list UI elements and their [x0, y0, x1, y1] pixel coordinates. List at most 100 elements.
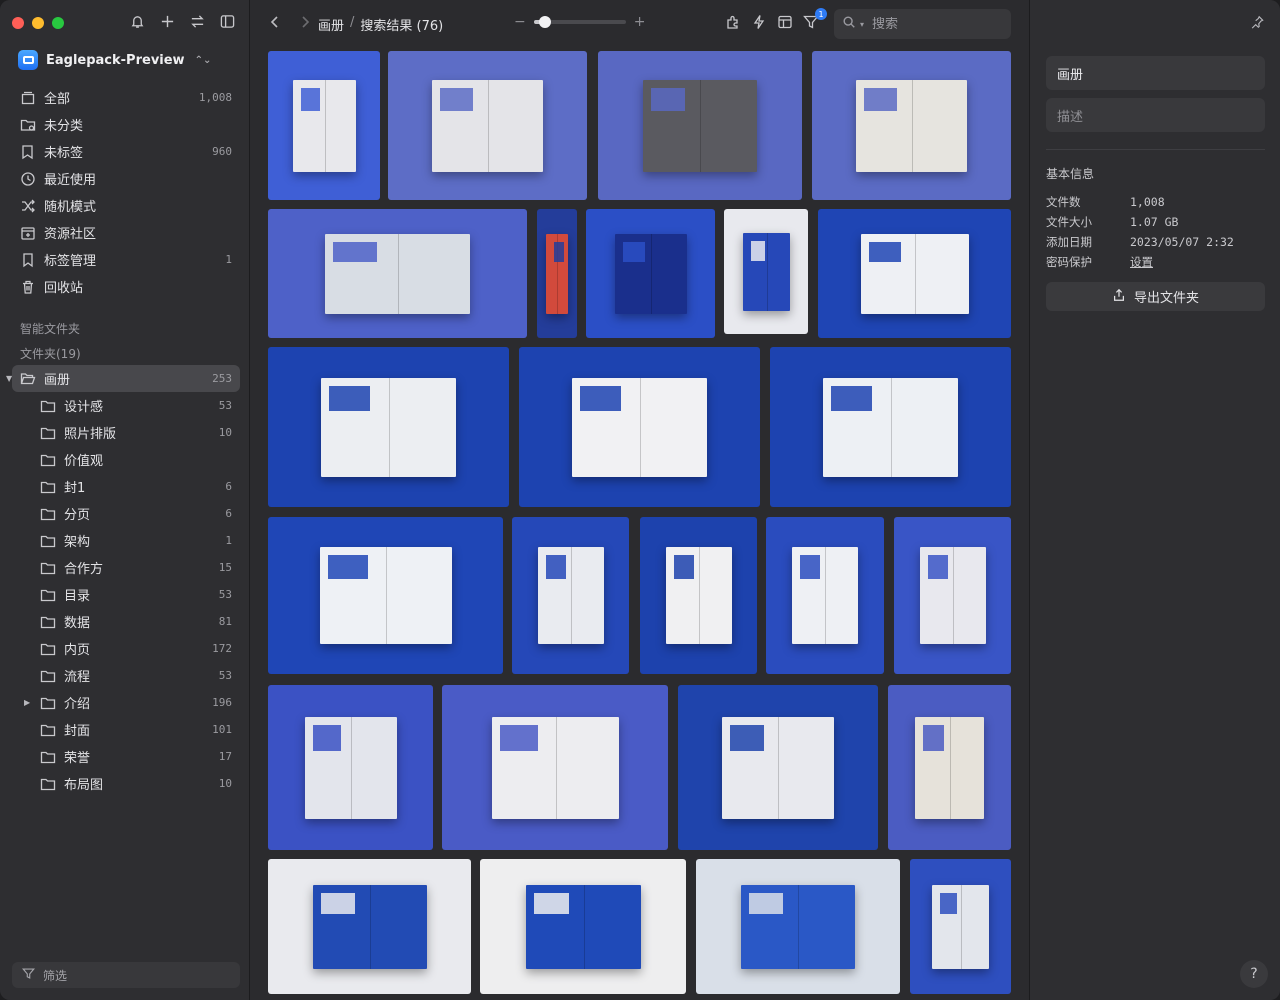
back-icon[interactable] [269, 15, 281, 33]
folder-item[interactable]: 设计感 53 [12, 392, 240, 419]
brochure-thumb-6[interactable] [537, 209, 577, 338]
folder-item-active[interactable]: ▼ 画册 253 [6, 365, 240, 392]
brochure-accent [940, 893, 957, 914]
folder-item[interactable]: 封1 6 [12, 473, 240, 500]
help-button[interactable]: ? [1240, 960, 1268, 988]
inspector-panel: 画册 描述 基本信息 文件数 1,008 文件大小 1.07 GB 添加日期 2023/0… [1029, 0, 1280, 1000]
zoom-slider-knob[interactable] [538, 16, 551, 28]
sidebar-item[interactable]: 未标签 960 [12, 138, 240, 165]
brochure-thumb-23[interactable] [480, 859, 686, 994]
password-setup-link[interactable]: 设置 [1130, 254, 1153, 270]
brochure-thumb-21[interactable] [888, 685, 1011, 850]
toggle-sidebar-icon[interactable] [219, 13, 235, 29]
brochure-thumb-8[interactable] [724, 209, 808, 334]
brochure-thumb-22[interactable] [268, 859, 471, 994]
brochure-thumb-24[interactable] [696, 859, 900, 994]
folder-item[interactable]: 目录 53 [12, 581, 240, 608]
brochure-thumb-18[interactable] [268, 685, 433, 850]
plugin-icon[interactable] [725, 14, 741, 30]
folder-item[interactable]: 分页 6 [12, 500, 240, 527]
brochure-thumb-1[interactable] [268, 51, 380, 200]
sidebar-item[interactable]: 随机模式 [12, 192, 240, 219]
zoom-slider[interactable] [533, 16, 626, 28]
brochure-thumb-11[interactable] [519, 347, 760, 507]
sidebar-item[interactable]: 资源社区 [12, 219, 240, 246]
brochure-accent [623, 242, 645, 262]
brochure-thumb-5[interactable] [268, 209, 527, 338]
brochure-spine [699, 547, 700, 644]
sidebar-item-label: 资源社区 [44, 227, 97, 242]
brochure-accent [674, 555, 694, 579]
folder-name-value: 画册 [1057, 67, 1084, 83]
add-icon[interactable] [159, 13, 175, 29]
brochure-thumb-17[interactable] [894, 517, 1011, 674]
library-switcher[interactable]: Eaglepack-Preview ⌃⌄ [18, 50, 211, 70]
export-folder-button[interactable]: 导出文件夹 [1046, 282, 1265, 311]
brochure-thumb-9[interactable] [818, 209, 1011, 338]
brochure-thumb-4[interactable] [812, 51, 1011, 200]
folder-icon [40, 587, 56, 603]
folder-label: 分页 [64, 508, 91, 523]
sidebar-item[interactable]: 回收站 [12, 273, 240, 300]
filter-badge: 1 [815, 8, 827, 20]
minimize-window-button[interactable] [32, 17, 44, 29]
disclosure-open-icon[interactable]: ▼ [6, 374, 12, 383]
brochure-spine [798, 885, 799, 969]
sidebar-item[interactable]: 最近使用 [12, 165, 240, 192]
breadcrumb-folder[interactable]: 画册 [318, 15, 344, 34]
brochure-accent [329, 386, 370, 411]
folder-item[interactable]: 布局图 10 [12, 770, 240, 797]
close-window-button[interactable] [12, 17, 24, 29]
info-value: 1,008 [1130, 195, 1165, 209]
folder-item[interactable]: 荣誉 17 [12, 743, 240, 770]
zoom-in-button[interactable]: + [634, 14, 646, 30]
brochure-thumb-15[interactable] [640, 517, 757, 674]
folder-name-field[interactable]: 画册 [1046, 56, 1265, 90]
folders-heading[interactable]: 文件夹(19) [20, 345, 81, 362]
brochure-thumb-14[interactable] [512, 517, 629, 674]
zoom-out-button[interactable]: − [514, 14, 526, 30]
pin-icon[interactable] [1250, 15, 1264, 33]
folder-label: 流程 [64, 670, 91, 685]
folder-item[interactable]: 架构 1 [12, 527, 240, 554]
description-field[interactable]: 描述 [1046, 98, 1265, 132]
folder-item[interactable]: ▶ 介绍 196 [12, 689, 240, 716]
bell-icon[interactable] [129, 13, 145, 29]
folder-item[interactable]: 封面 101 [12, 716, 240, 743]
folder-item[interactable]: 价值观 [12, 446, 240, 473]
search-input[interactable] [872, 16, 993, 32]
sidebar-item-label: 未分类 [44, 119, 84, 134]
brochure-accent [534, 893, 569, 914]
info-row: 文件数 1,008 [1046, 192, 1265, 212]
sidebar-filter[interactable]: 筛选 [12, 962, 240, 988]
swap-icon[interactable] [189, 13, 205, 29]
disclosure-closed-icon[interactable]: ▶ [24, 698, 30, 707]
bolt-icon[interactable] [751, 14, 767, 30]
brochure-thumb-3[interactable] [598, 51, 802, 200]
brochure-thumb-2[interactable] [388, 51, 587, 200]
brochure-thumb-12[interactable] [770, 347, 1011, 507]
brochure-thumb-13[interactable] [268, 517, 503, 674]
sidebar-item[interactable]: 全部 1,008 [12, 84, 240, 111]
sidebar-item[interactable]: 未分类 [12, 111, 240, 138]
brochure-spine [651, 234, 652, 314]
brochure-thumb-16[interactable] [766, 517, 884, 674]
smart-folders-heading[interactable]: 智能文件夹 [20, 320, 80, 337]
zoom-window-button[interactable] [52, 17, 64, 29]
brochure-thumb-20[interactable] [678, 685, 878, 850]
folder-item[interactable]: 流程 53 [12, 662, 240, 689]
folder-item[interactable]: 内页 172 [12, 635, 240, 662]
forward-icon[interactable] [299, 15, 311, 33]
folder-item[interactable]: 数据 81 [12, 608, 240, 635]
filter-icon[interactable]: 1 [803, 8, 827, 30]
brochure-thumb-7[interactable] [586, 209, 715, 338]
brochure-thumb-25[interactable] [910, 859, 1011, 994]
brochure-thumb-10[interactable] [268, 347, 509, 507]
sidebar-item[interactable]: 标签管理 1 [12, 246, 240, 273]
folder-item[interactable]: 照片排版 10 [12, 419, 240, 446]
folder-item[interactable]: 合作方 15 [12, 554, 240, 581]
chevron-down-icon[interactable]: ▾ [860, 20, 864, 29]
brochure-thumb-19[interactable] [442, 685, 668, 850]
search-box[interactable]: ▾ [834, 9, 1011, 39]
layout-icon[interactable] [777, 14, 793, 30]
